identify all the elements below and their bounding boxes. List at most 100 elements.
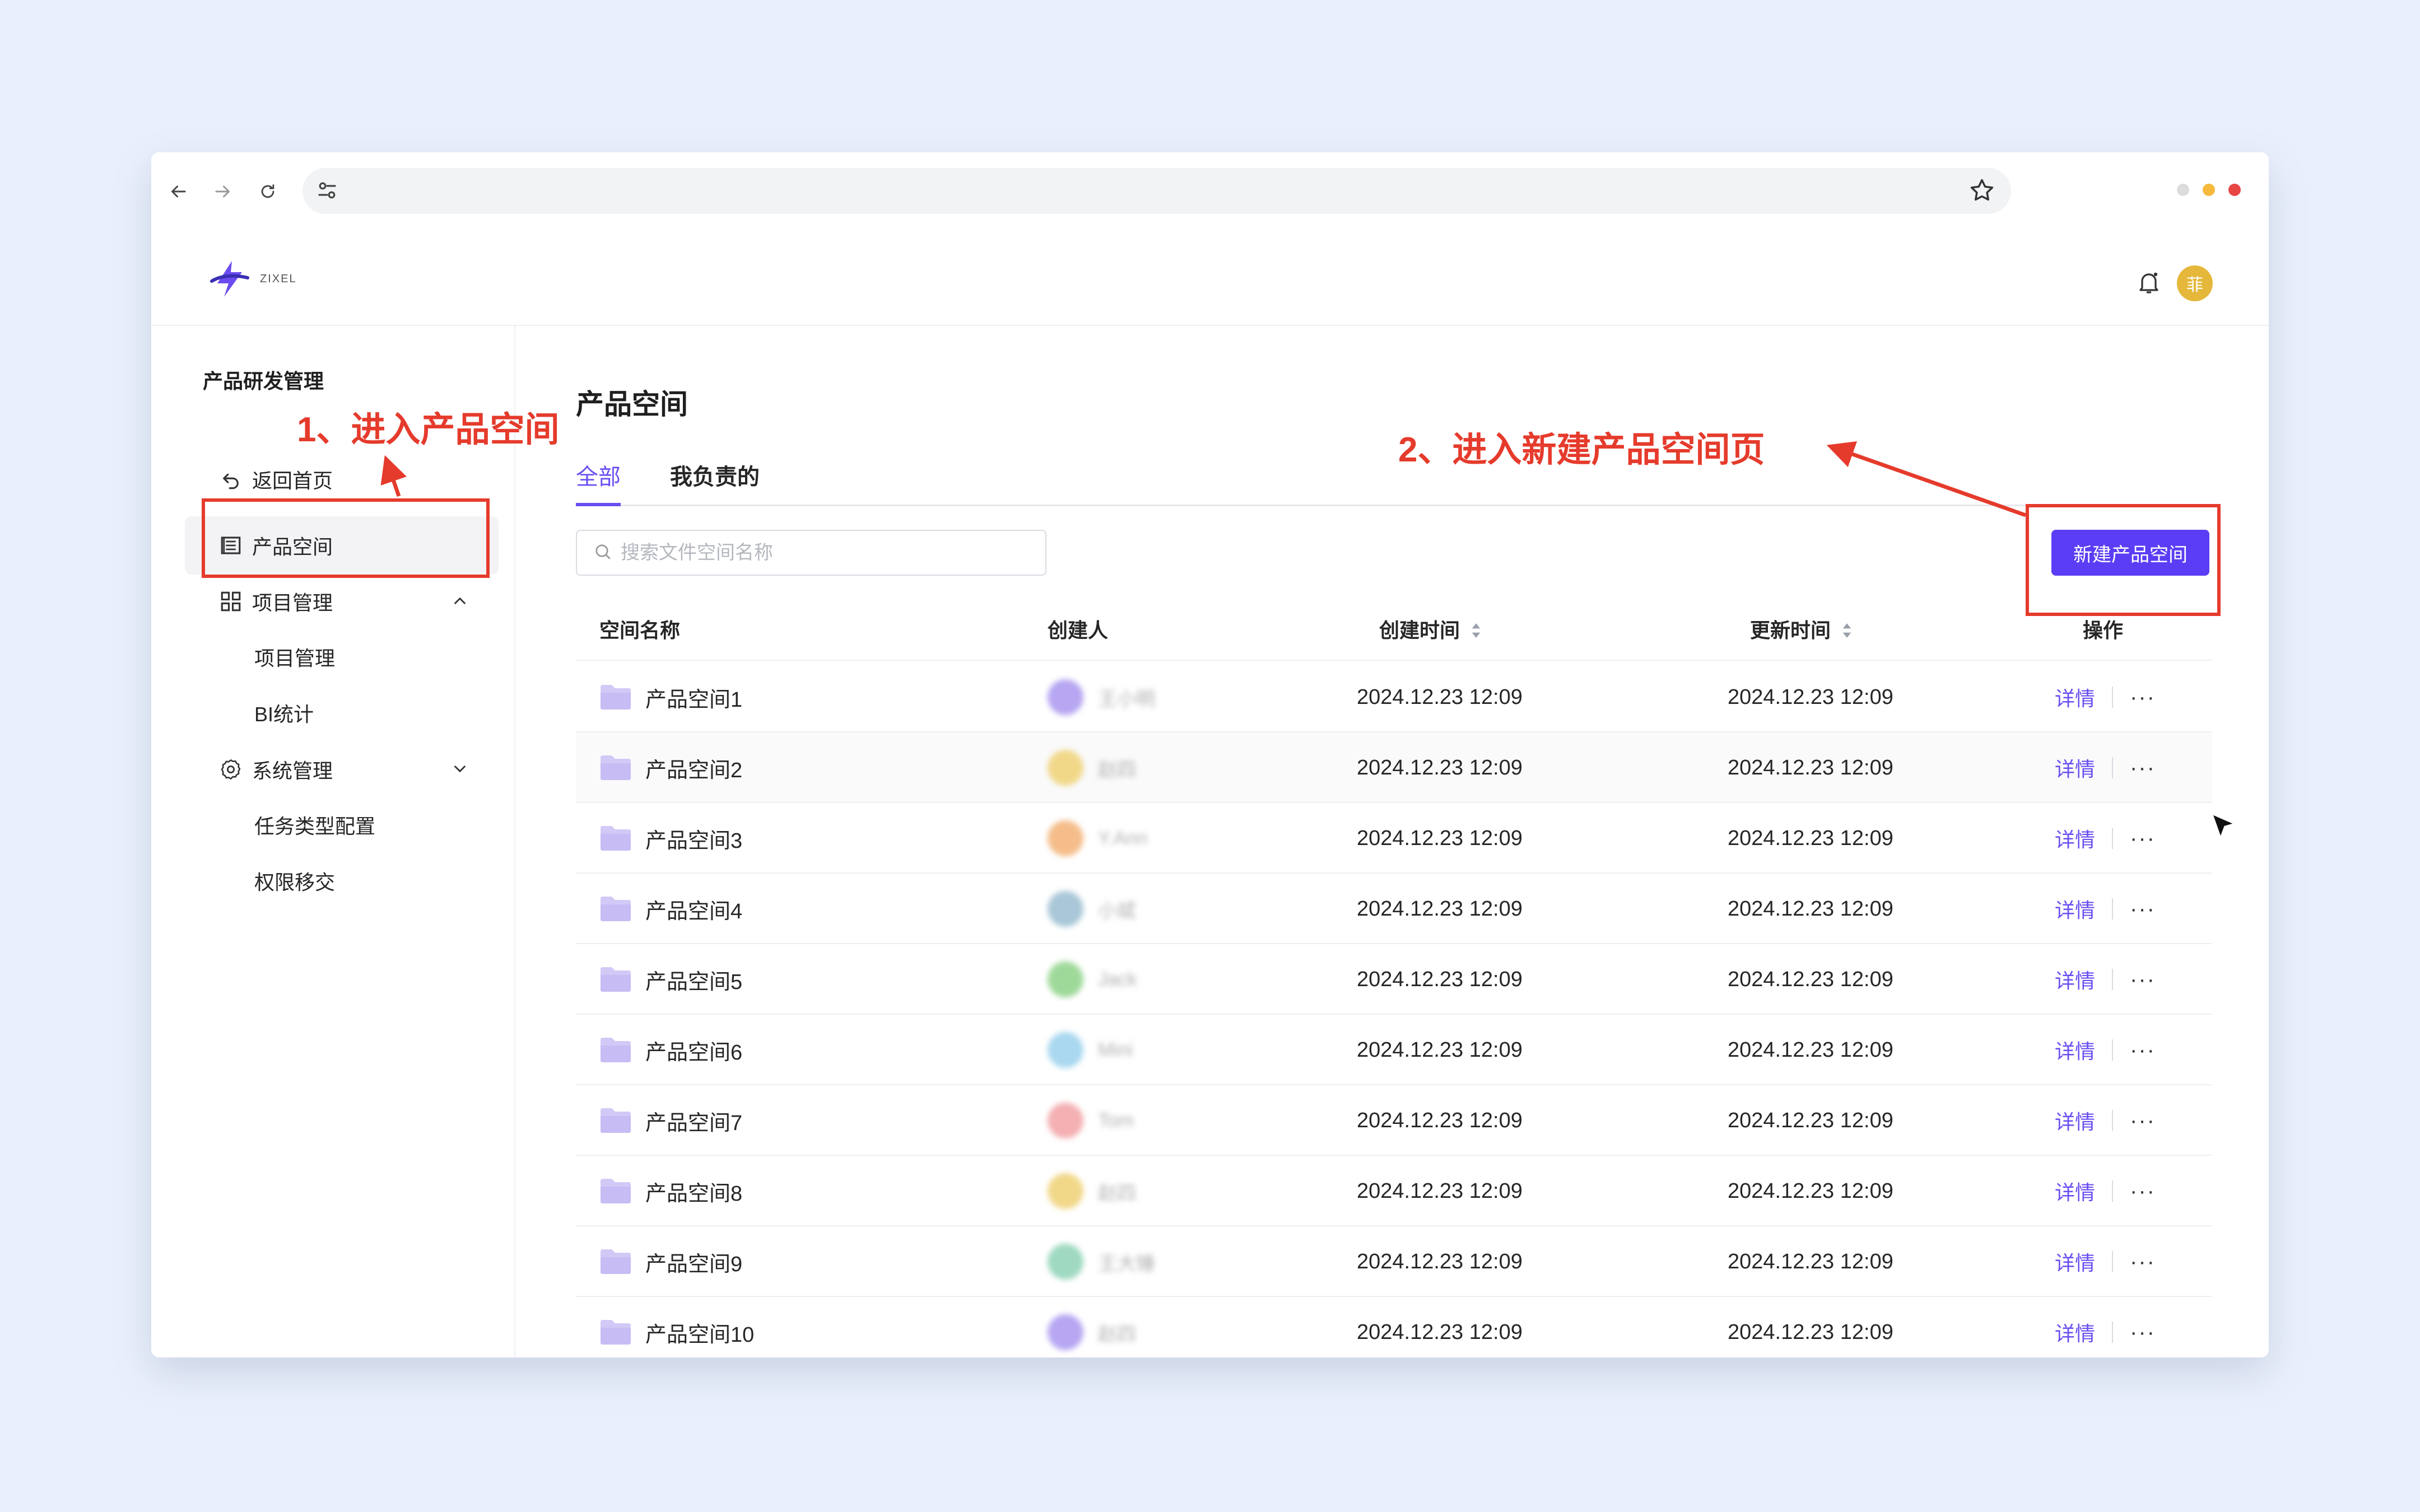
table-row[interactable]: 产品空间8 赵四 2024.12.23 12:09 2024.12.23 12:… — [576, 1156, 2212, 1226]
creator-name: 赵四 — [1098, 1182, 1136, 1204]
detail-link[interactable]: 详情 — [2055, 1247, 2095, 1276]
column-header-updated[interactable]: 更新时间 — [1750, 600, 1853, 661]
forward-button[interactable] — [208, 177, 238, 206]
cell-creator: Y.Ann — [1048, 803, 1147, 874]
space-name[interactable]: 产品空间8 — [645, 1176, 742, 1207]
mouse-cursor-icon — [2210, 813, 2237, 840]
star-icon[interactable] — [1967, 176, 1997, 208]
space-name[interactable]: 产品空间9 — [645, 1247, 742, 1277]
table-row[interactable]: 产品空间1 王小明 2024.12.23 12:09 2024.12.23 12… — [576, 662, 2212, 732]
search-icon — [593, 542, 613, 564]
table-row[interactable]: 产品空间3 Y.Ann 2024.12.23 12:09 2024.12.23 … — [576, 803, 2212, 874]
detail-link[interactable]: 详情 — [2055, 894, 2095, 923]
more-icon[interactable]: ··· — [2130, 826, 2156, 851]
tab-all[interactable]: 全部 — [576, 460, 621, 506]
cell-creator: 王小明 — [1048, 662, 1155, 732]
browser-toolbar — [151, 152, 2269, 225]
sidebar-sub-project-management[interactable]: 项目管理 — [254, 642, 335, 675]
bell-icon[interactable] — [2135, 269, 2162, 298]
cell-created: 2024.12.23 12:09 — [1357, 897, 1523, 921]
cell-updated: 2024.12.23 12:09 — [1728, 826, 1893, 850]
sidebar-sub-bi-stats[interactable]: BI统计 — [254, 698, 314, 731]
avatar — [1048, 962, 1083, 997]
gear-icon — [217, 756, 244, 783]
more-icon[interactable]: ··· — [2130, 1108, 2156, 1133]
chevron-up-icon[interactable] — [450, 591, 469, 615]
user-avatar[interactable]: 菲 — [2177, 265, 2213, 301]
tab-mine[interactable]: 我负责的 — [670, 460, 760, 506]
more-icon[interactable]: ··· — [2130, 1249, 2156, 1275]
zixel-logo-icon — [210, 261, 249, 297]
window-dot-gray[interactable] — [2177, 184, 2189, 196]
sidebar-item-project-management[interactable]: 项目管理 — [185, 572, 499, 631]
more-icon[interactable]: ··· — [2130, 1320, 2156, 1345]
reload-button[interactable] — [253, 177, 282, 206]
space-name[interactable]: 产品空间7 — [645, 1105, 742, 1136]
window-dot-red[interactable] — [2228, 184, 2241, 196]
more-icon[interactable]: ··· — [2130, 967, 2156, 992]
search-field[interactable] — [576, 530, 1046, 576]
space-name[interactable]: 产品空间3 — [645, 823, 742, 854]
detail-link[interactable]: 详情 — [2055, 753, 2095, 782]
window-dot-yellow[interactable] — [2203, 184, 2215, 196]
table-row[interactable]: 产品空间4 小斌 2024.12.23 12:09 2024.12.23 12:… — [576, 874, 2212, 944]
action-divider — [2112, 1180, 2114, 1202]
detail-link[interactable]: 详情 — [2055, 965, 2095, 994]
space-name[interactable]: 产品空间2 — [645, 753, 742, 783]
table-row[interactable]: 产品空间2 赵四 2024.12.23 12:09 2024.12.23 12:… — [576, 732, 2212, 803]
detail-link[interactable]: 详情 — [2055, 1035, 2095, 1065]
cell-actions: 详情 ··· — [2055, 1085, 2156, 1156]
detail-link[interactable]: 详情 — [2055, 1177, 2095, 1206]
sort-icon[interactable] — [1470, 621, 1482, 640]
creator-name: Y.Ann — [1098, 827, 1148, 849]
more-icon[interactable]: ··· — [2130, 755, 2156, 781]
folder-icon — [601, 1320, 631, 1345]
annotation-step1: 1、进入产品空间 — [297, 410, 560, 449]
table-row[interactable]: 产品空间6 Mini 2024.12.23 12:09 2024.12.23 1… — [576, 1015, 2212, 1085]
detail-link[interactable]: 详情 — [2055, 1106, 2095, 1135]
sidebar-sub-task-type-config[interactable]: 任务类型配置 — [254, 810, 375, 843]
column-header-created[interactable]: 创建时间 — [1379, 600, 1482, 661]
table-row[interactable]: 产品空间5 Jack 2024.12.23 12:09 2024.12.23 1… — [576, 944, 2212, 1015]
space-name[interactable]: 产品空间4 — [645, 894, 742, 925]
creator-name: Mini — [1098, 1039, 1133, 1061]
table-header: 空间名称 创建人 创建时间 更新时间 操作 — [576, 600, 2212, 661]
table-row[interactable]: 产品空间10 赵四 2024.12.23 12:09 2024.12.23 12… — [576, 1297, 2212, 1357]
space-name[interactable]: 产品空间5 — [645, 964, 742, 995]
cell-updated: 2024.12.23 12:09 — [1728, 967, 1893, 991]
creator-name: 王小明 — [1098, 688, 1155, 710]
space-name[interactable]: 产品空间1 — [645, 682, 742, 713]
sidebar-item-system-management[interactable]: 系统管理 — [185, 740, 499, 799]
table-row[interactable]: 产品空间7 Tom 2024.12.23 12:09 2024.12.23 12… — [576, 1085, 2212, 1156]
cell-name: 产品空间3 — [599, 803, 742, 874]
app-logo[interactable]: ZIXEL — [207, 256, 297, 301]
table-row[interactable]: 产品空间9 王大锤 2024.12.23 12:09 2024.12.23 12… — [576, 1226, 2212, 1297]
space-name[interactable]: 产品空间6 — [645, 1035, 742, 1066]
sort-icon[interactable] — [1841, 621, 1853, 640]
creator-name: 王大锤 — [1098, 1253, 1155, 1275]
address-bar[interactable] — [302, 168, 2011, 214]
cell-name: 产品空间8 — [599, 1156, 742, 1226]
folder-icon — [601, 755, 631, 780]
main-content: 产品空间 全部 我负责的 新建产品空间 空间名称 创建人 创建时间 更新时间 — [515, 326, 2269, 1357]
avatar — [1048, 891, 1083, 927]
sidebar-sub-permission-transfer[interactable]: 权限移交 — [254, 866, 335, 899]
space-name[interactable]: 产品空间10 — [645, 1317, 754, 1348]
back-button[interactable] — [164, 177, 193, 206]
tune-icon[interactable] — [314, 177, 341, 207]
cell-actions: 详情 ··· — [2055, 803, 2156, 874]
more-icon[interactable]: ··· — [2130, 685, 2156, 710]
search-input[interactable] — [621, 542, 1035, 564]
cell-name: 产品空间7 — [599, 1085, 742, 1156]
detail-link[interactable]: 详情 — [2055, 824, 2095, 853]
cell-name: 产品空间1 — [599, 662, 742, 732]
chevron-down-icon[interactable] — [450, 759, 469, 783]
more-icon[interactable]: ··· — [2130, 897, 2156, 922]
more-icon[interactable]: ··· — [2130, 1179, 2156, 1204]
more-icon[interactable]: ··· — [2130, 1038, 2156, 1063]
avatar — [1048, 679, 1083, 715]
cell-created: 2024.12.23 12:09 — [1357, 685, 1523, 709]
undo-icon — [217, 466, 244, 493]
detail-link[interactable]: 详情 — [2055, 683, 2095, 712]
detail-link[interactable]: 详情 — [2055, 1318, 2095, 1347]
